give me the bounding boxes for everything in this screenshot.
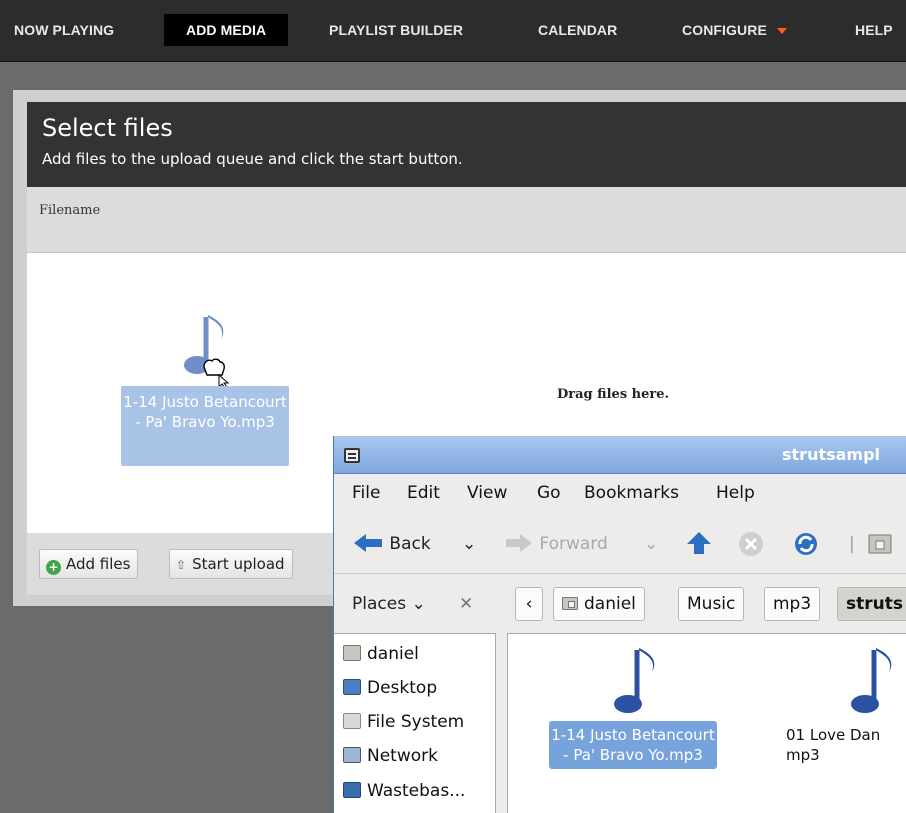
chevron-left-icon: ‹ xyxy=(525,594,533,614)
dragged-file-label: 1-14 Justo Betancourt - Pa' Bravo Yo.mp3 xyxy=(121,386,289,466)
sidebar-item-label: Wastebas... xyxy=(367,781,466,801)
trash-icon xyxy=(343,782,361,798)
close-sidebar-button[interactable]: ✕ xyxy=(459,591,473,617)
home-folder-icon xyxy=(868,534,892,554)
menu-file[interactable]: File xyxy=(352,483,380,503)
up-button[interactable] xyxy=(686,531,712,557)
path-scroll-left-button[interactable]: ‹ xyxy=(515,587,543,621)
breadcrumb-daniel[interactable]: daniel xyxy=(553,587,645,621)
location-bar: Places ⌄ ✕ ‹ daniel Music mp3 struts xyxy=(334,575,906,633)
window-menu-icon[interactable] xyxy=(344,448,360,463)
sidebar-item-label: Network xyxy=(367,746,438,766)
drive-icon xyxy=(343,713,361,729)
filelist-header: Filename xyxy=(27,187,906,253)
close-icon: ✕ xyxy=(459,594,474,614)
upload-header: Select files Add files to the upload que… xyxy=(27,102,906,187)
forward-history-dropdown[interactable]: ⌄ xyxy=(644,531,658,557)
places-sidebar: daniel Desktop File System Network Waste… xyxy=(334,633,496,813)
forward-label: Forward xyxy=(539,534,608,554)
desktop-icon xyxy=(343,679,361,695)
window-titlebar[interactable]: strutsampl xyxy=(334,436,906,474)
file-manager-window: strutsampl File Edit View Go Bookmarks H… xyxy=(333,436,906,813)
nav-calendar[interactable]: CALENDAR xyxy=(538,14,617,46)
column-header-filename[interactable]: Filename xyxy=(39,203,100,218)
menu-bookmarks[interactable]: Bookmarks xyxy=(584,483,679,503)
sidebar-item-network[interactable]: Network xyxy=(343,746,438,766)
menu-help[interactable]: Help xyxy=(716,483,755,503)
file-name: 1-14 Justo Betancourt - Pa' Bravo Yo.mp3 xyxy=(549,721,717,769)
home-folder-icon xyxy=(343,645,361,661)
top-navigation: NOW PLAYING ADD MEDIA PLAYLIST BUILDER C… xyxy=(0,0,906,62)
nav-configure-label: CONFIGURE xyxy=(682,22,767,38)
add-files-button[interactable]: + Add files xyxy=(39,549,139,579)
breadcrumb-mp3[interactable]: mp3 xyxy=(764,587,821,621)
back-history-dropdown[interactable]: ⌄ xyxy=(462,531,476,557)
drop-hint: Drag files here. xyxy=(557,387,670,402)
toolbar-separator: | xyxy=(849,534,855,554)
nav-playlist-builder[interactable]: PLAYLIST BUILDER xyxy=(329,14,463,46)
breadcrumb-current[interactable]: struts xyxy=(837,587,906,621)
sidebar-item-file-system[interactable]: File System xyxy=(343,712,464,732)
file-icon-view: 1-14 Justo Betancourt - Pa' Bravo Yo.mp3… xyxy=(507,633,906,813)
start-upload-label: Start upload xyxy=(192,555,285,573)
nav-help[interactable]: HELP xyxy=(855,14,893,46)
file-item[interactable]: 1-14 Justo Betancourt - Pa' Bravo Yo.mp3 xyxy=(549,646,717,769)
sidebar-item-label: Desktop xyxy=(367,678,438,698)
sidebar-item-wastebasket[interactable]: Wastebas... xyxy=(343,781,465,801)
caret-down-icon xyxy=(776,28,787,35)
forward-button[interactable]: Forward xyxy=(504,531,608,557)
page-subtitle: Add files to the upload queue and click … xyxy=(42,150,463,168)
back-button[interactable]: Back xyxy=(352,531,431,557)
sidebar-item-label: daniel xyxy=(367,644,419,664)
home-button[interactable] xyxy=(867,531,893,557)
dragged-file-ghost: 1-14 Justo Betancourt - Pa' Bravo Yo.mp3 xyxy=(121,305,289,466)
breadcrumb-music[interactable]: Music xyxy=(678,587,745,621)
breadcrumb-label: daniel xyxy=(584,594,636,614)
toolbar: Back ⌄ Forward ⌄ | xyxy=(334,512,906,574)
nav-now-playing[interactable]: NOW PLAYING xyxy=(14,14,114,46)
file-name: 01 Love Dan mp3 xyxy=(786,726,881,764)
up-arrow-icon xyxy=(687,532,711,554)
network-icon xyxy=(343,747,361,763)
music-file-icon xyxy=(851,648,892,713)
home-folder-icon xyxy=(562,597,578,610)
back-label: Back xyxy=(389,534,431,554)
music-file-icon xyxy=(614,648,655,713)
add-files-label: Add files xyxy=(66,555,131,573)
sidebar-item-label: File System xyxy=(367,712,465,732)
upload-arrow-icon: ⇧ xyxy=(176,558,187,572)
nav-configure[interactable]: CONFIGURE xyxy=(682,14,787,46)
menu-edit[interactable]: Edit xyxy=(407,483,440,503)
grab-cursor-icon xyxy=(203,358,230,387)
places-dropdown[interactable]: Places ⌄ xyxy=(352,591,426,617)
nav-add-media[interactable]: ADD MEDIA xyxy=(164,14,289,46)
start-upload-button[interactable]: ⇧ Start upload xyxy=(169,549,293,579)
file-item[interactable]: 01 Love Dan mp3 xyxy=(778,646,906,765)
stop-button[interactable] xyxy=(738,531,764,557)
menubar: File Edit View Go Bookmarks Help xyxy=(334,474,906,512)
menu-view[interactable]: View xyxy=(467,483,507,503)
window-title: strutsampl xyxy=(782,445,881,464)
places-label: Places xyxy=(352,594,407,614)
add-icon: + xyxy=(46,560,61,575)
stop-icon xyxy=(739,532,763,556)
reload-icon xyxy=(795,533,817,555)
page-title: Select files xyxy=(42,114,173,142)
forward-arrow-icon xyxy=(506,534,532,552)
reload-button[interactable] xyxy=(792,531,820,557)
sidebar-item-desktop[interactable]: Desktop xyxy=(343,678,437,698)
back-arrow-icon xyxy=(354,534,382,552)
menu-go[interactable]: Go xyxy=(537,483,561,503)
sidebar-item-daniel[interactable]: daniel xyxy=(343,644,419,664)
